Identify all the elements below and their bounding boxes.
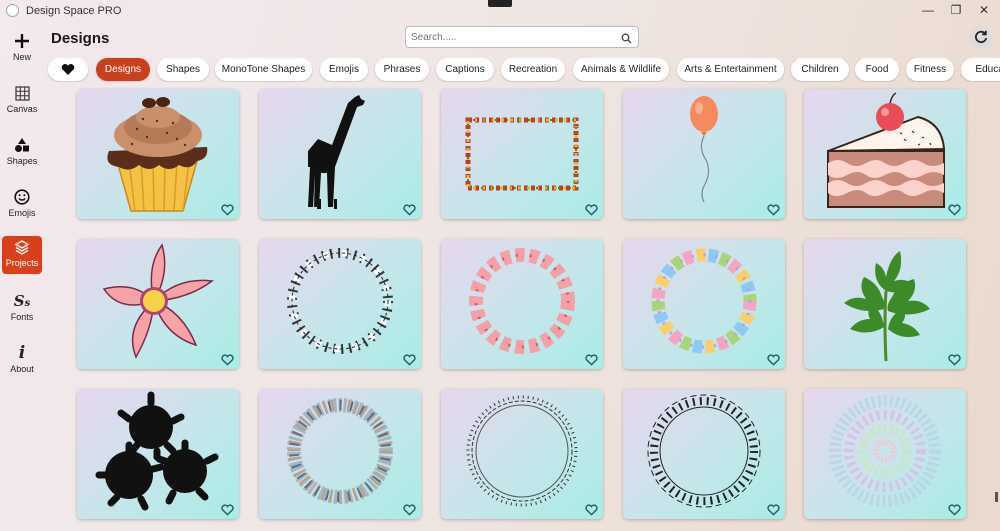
sidebar: New Canvas Shapes Emojis Projects Ss Fon… [0, 22, 44, 531]
maximize-button[interactable]: ❐ [945, 2, 967, 18]
cake-slice-image [827, 92, 946, 208]
favorite-heart-icon[interactable] [221, 504, 234, 516]
design-card-people-wreath[interactable] [259, 389, 421, 519]
plus-icon [2, 30, 42, 52]
design-card-pink-flower[interactable] [77, 239, 239, 369]
favorite-heart-icon[interactable] [585, 204, 598, 216]
sidebar-item-emojis[interactable]: Emojis [2, 186, 42, 226]
close-button[interactable]: ✕ [973, 2, 995, 18]
fonts-icon: Ss [13, 292, 31, 310]
color-swirl-image [829, 395, 941, 507]
sidebar-item-label: Canvas [6, 104, 38, 114]
page-title: Designs [51, 30, 110, 47]
sidebar-item-shapes[interactable]: Shapes [2, 134, 42, 174]
design-card-outline-star-wreath[interactable] [259, 239, 421, 369]
category-chip-fitness[interactable]: Fitness [906, 58, 954, 81]
favorite-heart-icon[interactable] [767, 354, 780, 366]
category-chip-children[interactable]: Children [791, 58, 849, 81]
sidebar-item-label: New [12, 52, 31, 62]
giraffe-image [308, 95, 365, 209]
minimize-button[interactable]: — [917, 2, 939, 18]
category-chip-food[interactable]: Food [855, 58, 899, 81]
category-chip-favorites[interactable] [48, 58, 88, 81]
design-card-splat-blobs[interactable] [77, 389, 239, 519]
sidebar-item-canvas[interactable]: Canvas [2, 82, 42, 122]
shapes-icon [2, 134, 42, 156]
sidebar-item-fonts[interactable]: Ss Fonts [2, 290, 42, 330]
favorite-heart-icon[interactable] [948, 504, 961, 516]
favorite-heart-icon[interactable] [948, 354, 961, 366]
rainbow-star-wreath-image [651, 248, 757, 354]
category-chip-designs[interactable]: Designs [96, 58, 150, 81]
title-bar: Design Space PRO — ❐ ✕ [0, 0, 1000, 22]
splat-blobs-image [95, 391, 219, 511]
sidebar-item-label: Fonts [10, 312, 34, 322]
favorite-heart-icon[interactable] [585, 354, 598, 366]
favorite-heart-icon[interactable] [403, 204, 416, 216]
category-chip-education[interactable]: Educat [961, 58, 1000, 81]
search-box[interactable] [405, 26, 639, 48]
design-card-music-notes-frame[interactable] [623, 389, 785, 519]
favorite-heart-icon[interactable] [221, 204, 234, 216]
outline-star-wreath-image [287, 248, 393, 354]
cupcake-image [107, 97, 208, 212]
category-chip-arts-entertainment[interactable]: Arts & Entertainment [677, 58, 784, 81]
cilantro-leaf-image [844, 251, 930, 362]
people-wreath-image [287, 398, 393, 504]
design-card-music-note-ring[interactable] [441, 389, 603, 519]
category-chip-emojis[interactable]: Emojis [320, 58, 368, 81]
refresh-button[interactable] [970, 26, 992, 48]
app-logo-icon [6, 4, 19, 17]
sidebar-item-new[interactable]: New [2, 30, 42, 70]
design-card-color-swirl[interactable] [804, 389, 966, 519]
sidebar-item-about[interactable]: i About [2, 342, 42, 382]
design-card-cupcake[interactable] [77, 89, 239, 219]
music-note-ring-image [466, 395, 578, 507]
sidebar-item-projects[interactable]: Projects [2, 236, 42, 274]
window-title: Design Space PRO [26, 5, 122, 17]
info-icon: i [18, 343, 26, 363]
balloon-image [690, 96, 718, 203]
design-card-rainbow-star-wreath[interactable] [623, 239, 785, 369]
favorite-heart-icon[interactable] [767, 504, 780, 516]
sidebar-item-label: Shapes [6, 156, 38, 166]
sidebar-item-label: Projects [5, 258, 39, 268]
heart-icon [61, 64, 75, 75]
favorite-heart-icon[interactable] [767, 204, 780, 216]
drag-handle[interactable] [488, 0, 512, 7]
design-card-balloon[interactable] [623, 89, 785, 219]
design-card-cake-slice[interactable] [804, 89, 966, 219]
design-card-floral-frame[interactable] [441, 89, 603, 219]
grid-icon [2, 82, 42, 104]
scrollbar-thumb[interactable] [995, 492, 998, 502]
layers-icon [2, 236, 42, 258]
refresh-icon [975, 30, 988, 44]
sidebar-item-label: About [10, 364, 34, 374]
search-icon[interactable] [621, 31, 632, 49]
floral-frame-image [465, 117, 579, 191]
category-chip-shapes[interactable]: Shapes [157, 58, 209, 81]
sidebar-item-label: Emojis [8, 208, 36, 218]
design-card-cilantro-leaf[interactable] [804, 239, 966, 369]
music-notes-frame-image [647, 394, 761, 508]
favorite-heart-icon[interactable] [403, 504, 416, 516]
smiley-icon [2, 186, 42, 208]
favorite-heart-icon[interactable] [948, 204, 961, 216]
favorite-heart-icon[interactable] [585, 504, 598, 516]
category-bar: Designs Shapes MonoTone Shapes Emojis Ph… [47, 58, 1000, 82]
category-chip-monotone-shapes[interactable]: MonoTone Shapes [215, 58, 312, 81]
category-chip-phrases[interactable]: Phrases [375, 58, 429, 81]
pink-flower-image [102, 243, 214, 359]
category-chip-recreation[interactable]: Recreation [501, 58, 565, 81]
favorite-heart-icon[interactable] [403, 354, 416, 366]
design-card-giraffe[interactable] [259, 89, 421, 219]
category-chip-captions[interactable]: Captions [436, 58, 494, 81]
design-card-pink-star-wreath[interactable] [441, 239, 603, 369]
search-input[interactable] [411, 30, 616, 45]
pink-star-wreath-image [469, 248, 575, 354]
category-chip-animals-wildlife[interactable]: Animals & Wildlife [573, 58, 669, 81]
favorite-heart-icon[interactable] [221, 354, 234, 366]
